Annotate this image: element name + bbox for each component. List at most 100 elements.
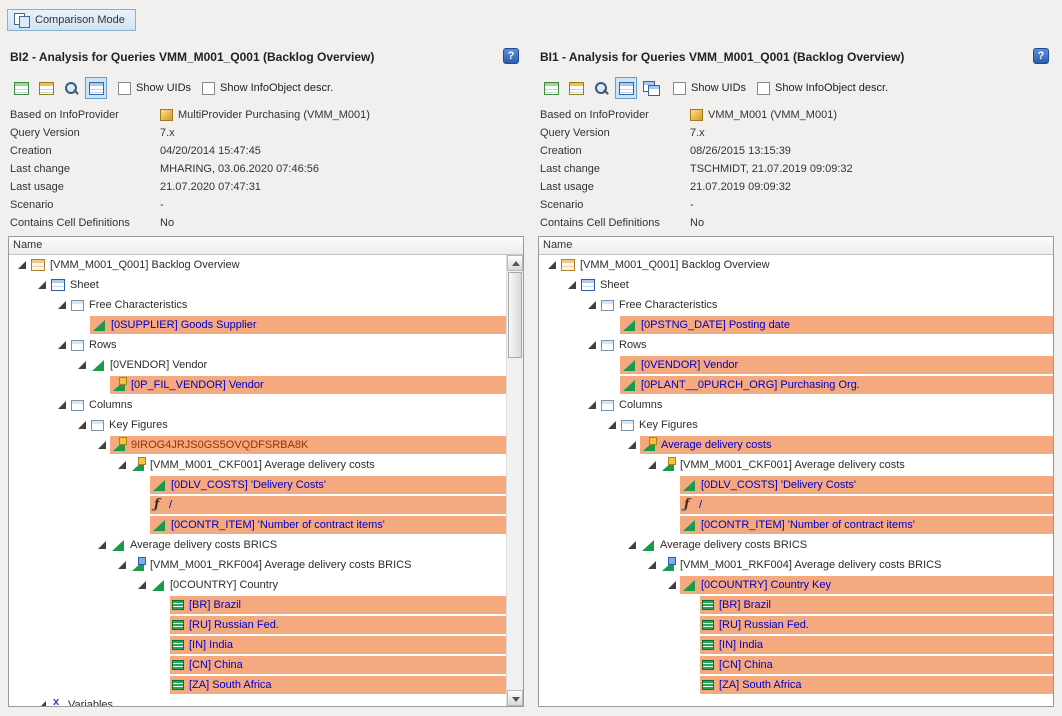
tree-row-content: [VMM_M001_RKF004] Average delivery costs… — [130, 556, 417, 574]
tree-row[interactable]: [0PLANT__0PURCH_ORG] Purchasing Org. — [539, 375, 1053, 395]
tree-row[interactable]: Average delivery costs BRICS — [9, 535, 506, 555]
checkbox-box[interactable] — [118, 82, 131, 95]
scroll-up-button[interactable] — [507, 255, 523, 271]
tree-row[interactable]: [VMM_M001_RKF004] Average delivery costs… — [539, 555, 1053, 575]
expand-arrow[interactable] — [55, 339, 70, 351]
checkbox-show-infoobject-descr[interactable]: Show InfoObject descr. — [757, 82, 888, 95]
expand-arrow[interactable] — [75, 359, 90, 371]
tree-row[interactable]: [RU] Russian Fed. — [9, 615, 506, 635]
expand-arrow[interactable] — [645, 559, 660, 571]
tree-row[interactable]: [VMM_M001_Q001] Backlog Overview — [9, 255, 506, 275]
tree-row-label: [VMM_M001_RKF004] Average delivery costs… — [150, 559, 417, 571]
tree-row[interactable]: 9IROG4JRJS0GS5OVQDFSRBA8K — [9, 435, 506, 455]
comparison-mode-button[interactable]: Comparison Mode — [7, 9, 136, 31]
tree-row[interactable]: Key Figures — [539, 415, 1053, 435]
property-value-text: 08/26/2015 13:15:39 — [690, 145, 791, 157]
tree-row-label: 9IROG4JRJS0GS5OVQDFSRBA8K — [131, 439, 314, 451]
generate-button[interactable] — [540, 77, 562, 99]
tree-row[interactable]: Sheet — [539, 275, 1053, 295]
tree-row[interactable]: Variables — [9, 695, 506, 706]
help-button[interactable]: ? — [503, 48, 519, 64]
tree-row[interactable]: Columns — [9, 395, 506, 415]
expand-arrow[interactable] — [115, 459, 130, 471]
expand-arrow[interactable] — [585, 299, 600, 311]
tree-row[interactable]: [BR] Brazil — [539, 595, 1053, 615]
scroll-thumb[interactable] — [508, 272, 522, 358]
tree-row[interactable]: Free Characteristics — [539, 295, 1053, 315]
property-label: Last usage — [540, 181, 690, 193]
expand-arrow[interactable] — [55, 399, 70, 411]
tree-row[interactable]: [0VENDOR] Vendor — [9, 355, 506, 375]
expand-arrow[interactable] — [115, 559, 130, 571]
tree-row[interactable]: [CN] China — [9, 655, 506, 675]
tree-row[interactable]: [0VENDOR] Vendor — [539, 355, 1053, 375]
tree-row[interactable]: [BR] Brazil — [9, 595, 506, 615]
tree-row[interactable]: Columns — [539, 395, 1053, 415]
zoom-button[interactable] — [590, 77, 612, 99]
expand-arrow[interactable] — [55, 299, 70, 311]
checkbox-show-infoobject-descr[interactable]: Show InfoObject descr. — [202, 82, 333, 95]
tree-row[interactable]: [0CONTR_ITEM] 'Number of contract items' — [9, 515, 506, 535]
tree-row[interactable]: Sheet — [9, 275, 506, 295]
tree-row[interactable]: [ZA] South Africa — [539, 675, 1053, 695]
checkbox-box[interactable] — [757, 82, 770, 95]
tree-row[interactable]: / — [9, 495, 506, 515]
tree-row[interactable]: [0COUNTRY] Country Key — [539, 575, 1053, 595]
tree-row[interactable]: [0COUNTRY] Country — [9, 575, 506, 595]
tree-row[interactable]: [VMM_M001_Q001] Backlog Overview — [539, 255, 1053, 275]
tree-row[interactable]: Key Figures — [9, 415, 506, 435]
tree-scrollbar[interactable] — [506, 255, 523, 706]
checkbox-box[interactable] — [202, 82, 215, 95]
expand-arrow[interactable] — [135, 579, 150, 591]
expand-arrow[interactable] — [645, 459, 660, 471]
expand-arrow[interactable] — [585, 399, 600, 411]
tree-row[interactable]: Free Characteristics — [9, 295, 506, 315]
expand-arrow[interactable] — [95, 439, 110, 451]
tree-row[interactable]: Rows — [9, 335, 506, 355]
tree-row[interactable]: [0SUPPLIER] Goods Supplier — [9, 315, 506, 335]
tree-row[interactable]: Average delivery costs — [539, 435, 1053, 455]
expand-arrow[interactable] — [625, 439, 640, 451]
expand-arrow[interactable] — [35, 279, 50, 291]
tree-row[interactable]: [ZA] South Africa — [9, 675, 506, 695]
expand-arrow[interactable] — [605, 419, 620, 431]
tree-row[interactable]: Rows — [539, 335, 1053, 355]
compare-layout-button[interactable] — [640, 77, 662, 99]
tree-row[interactable]: [0CONTR_ITEM] 'Number of contract items' — [539, 515, 1053, 535]
tree-row[interactable]: [0DLV_COSTS] 'Delivery Costs' — [539, 475, 1053, 495]
tree-row[interactable]: [0PSTNG_DATE] Posting date — [539, 315, 1053, 335]
tree-row[interactable]: [0P_FIL_VENDOR] Vendor — [9, 375, 506, 395]
transport-button[interactable] — [565, 77, 587, 99]
layout-grid-button[interactable] — [85, 77, 107, 99]
expand-arrow[interactable] — [665, 579, 680, 591]
tree-row[interactable]: [VMM_M001_CKF001] Average delivery costs — [539, 455, 1053, 475]
tree-row[interactable]: Average delivery costs BRICS — [539, 535, 1053, 555]
checkbox-box[interactable] — [673, 82, 686, 95]
generate-button[interactable] — [10, 77, 32, 99]
expand-arrow[interactable] — [545, 259, 560, 271]
help-button[interactable]: ? — [1033, 48, 1049, 64]
expand-arrow[interactable] — [75, 419, 90, 431]
expand-arrow[interactable] — [35, 699, 50, 706]
checkbox-show-uids[interactable]: Show UIDs — [673, 82, 746, 95]
tree-row[interactable]: [0DLV_COSTS] 'Delivery Costs' — [9, 475, 506, 495]
expand-arrow[interactable] — [15, 259, 30, 271]
zoom-button[interactable] — [60, 77, 82, 99]
tree-row[interactable]: [VMM_M001_CKF001] Average delivery costs — [9, 455, 506, 475]
checkbox-show-uids[interactable]: Show UIDs — [118, 82, 191, 95]
expand-arrow[interactable] — [625, 539, 640, 551]
formula-icon — [112, 439, 126, 451]
layout-grid-button[interactable] — [615, 77, 637, 99]
expand-arrow[interactable] — [585, 339, 600, 351]
expand-arrow[interactable] — [565, 279, 580, 291]
scroll-down-button[interactable] — [507, 690, 523, 706]
tree-row[interactable]: / — [539, 495, 1053, 515]
tree-row[interactable]: [VMM_M001_RKF004] Average delivery costs… — [9, 555, 506, 575]
property-label: Creation — [10, 145, 160, 157]
tree-row[interactable]: [IN] India — [539, 635, 1053, 655]
tree-row[interactable]: [CN] China — [539, 655, 1053, 675]
tree-row[interactable]: [RU] Russian Fed. — [539, 615, 1053, 635]
tree-row[interactable]: [IN] India — [9, 635, 506, 655]
expand-arrow[interactable] — [95, 539, 110, 551]
transport-button[interactable] — [35, 77, 57, 99]
